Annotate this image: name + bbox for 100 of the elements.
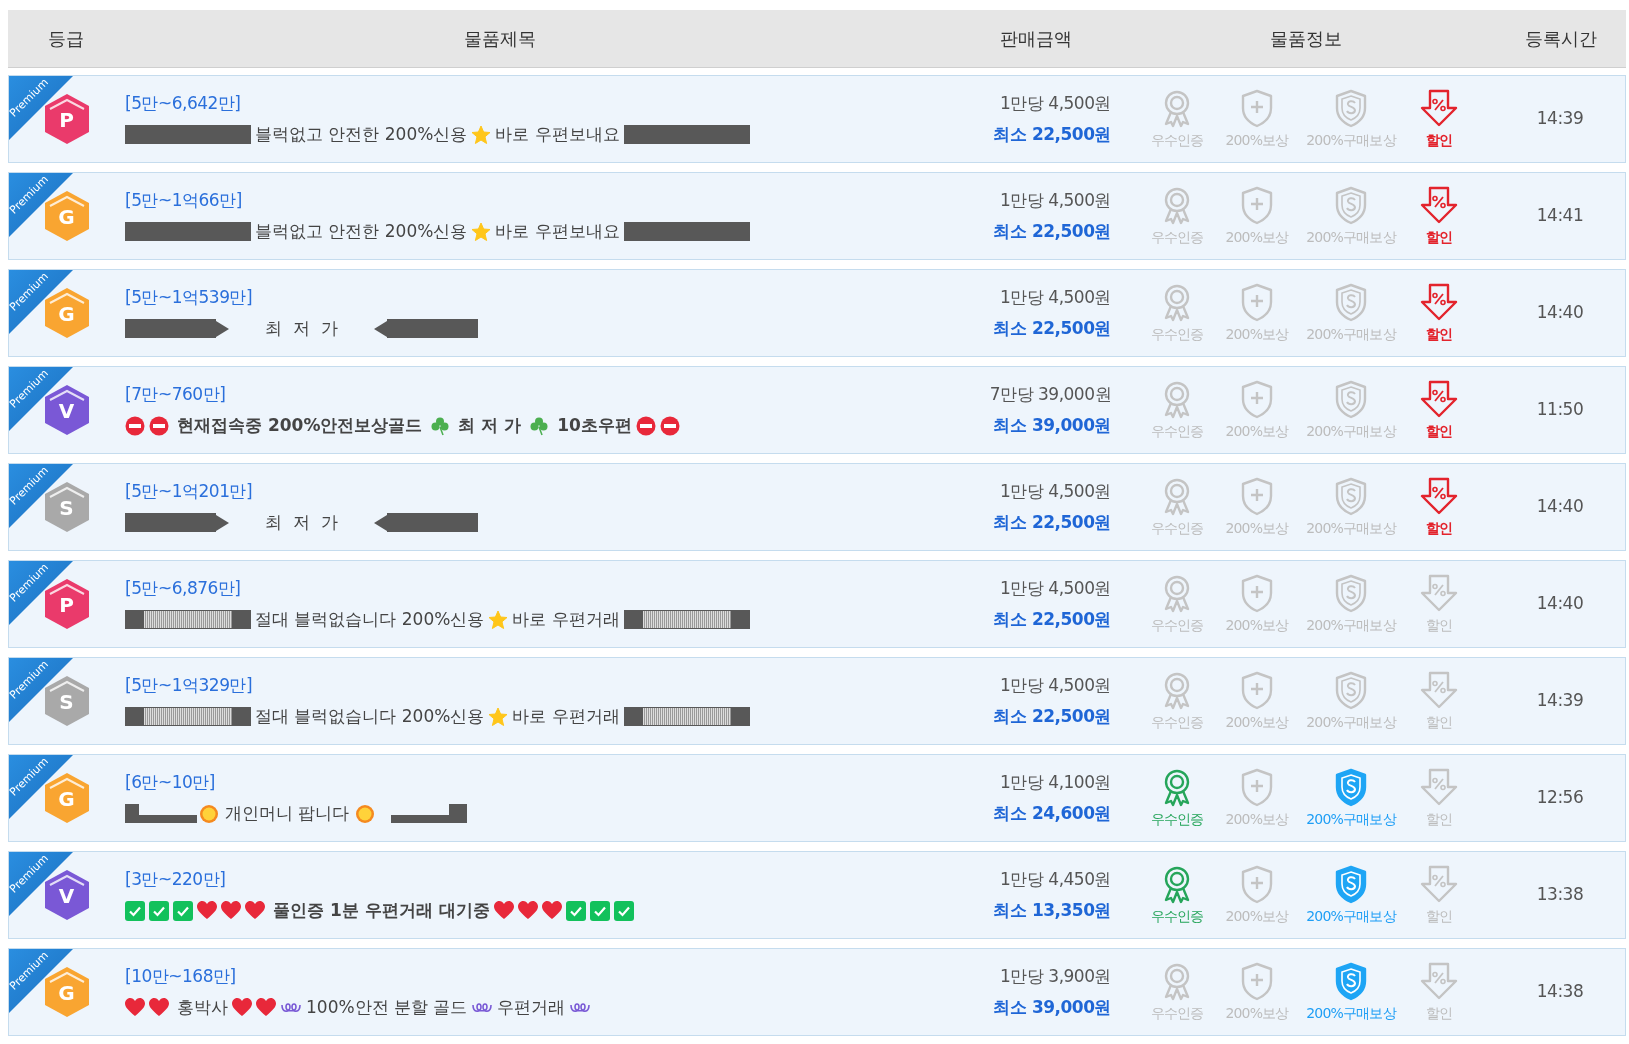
- badge-label: 할인: [1425, 518, 1453, 538]
- badge-label: 200%구매보상: [1306, 324, 1396, 344]
- title-text: 최 저 가: [265, 317, 338, 340]
- unit-price: 1만당 4,500원: [1000, 91, 1111, 115]
- badge-label: 200%구매보상: [1306, 615, 1396, 635]
- unit-price: 1만당 4,100원: [1000, 770, 1111, 794]
- grade-letter: V: [58, 883, 75, 910]
- heart-icon: [125, 998, 145, 1018]
- redacted-bar: [125, 804, 197, 824]
- unit-price: 7만당 39,000원: [989, 382, 1111, 406]
- badge-label: 200%구매보상: [1306, 130, 1396, 150]
- badge-label: 200%구매보상: [1306, 712, 1396, 732]
- badge-label: 할인: [1425, 227, 1453, 247]
- grade-letter: G: [58, 204, 75, 231]
- title-text: 100%안전 분할 골드: [306, 996, 468, 1019]
- star-icon: [488, 609, 509, 630]
- column-header: 물품제목: [463, 27, 536, 51]
- title-text: 홍박사: [177, 996, 228, 1019]
- price-range-link[interactable]: [5만~6,642만]: [125, 90, 241, 116]
- title-text: 바로 우편보내요: [495, 220, 620, 243]
- heart-icon: [493, 901, 514, 921]
- star-icon: [471, 221, 492, 242]
- badge-label: 할인: [1425, 615, 1453, 635]
- discount-arrow-icon: [1419, 669, 1459, 710]
- badge-label: 할인: [1425, 712, 1453, 732]
- triangle-icon: [373, 320, 387, 337]
- price-range-link[interactable]: [5만~6,876만]: [125, 575, 241, 601]
- registered-time: 12:56: [1536, 786, 1584, 810]
- price-range-link[interactable]: [7만~760만]: [125, 381, 226, 407]
- grade-letter: V: [58, 398, 75, 425]
- badge-label: 200%보상: [1225, 809, 1289, 829]
- title-text: 블럭없고 안전한 200%신용: [255, 220, 468, 243]
- triangle-icon: [373, 514, 387, 531]
- column-header: 등급: [47, 27, 84, 51]
- minimum-price: 최소 39,000원: [993, 414, 1111, 437]
- minimum-price: 최소 22,500원: [993, 608, 1111, 631]
- discount-arrow-icon: [1419, 766, 1459, 807]
- badge-label: 200%보상: [1225, 906, 1289, 926]
- badge-label: 할인: [1425, 1003, 1453, 1023]
- sun-icon: [199, 803, 219, 824]
- title-text: 바로 우편거래: [512, 608, 620, 631]
- discount-arrow-icon: [1419, 960, 1459, 1001]
- badge-label: 우수인증: [1150, 324, 1204, 344]
- badge-label: 200%구매보상: [1306, 809, 1396, 829]
- unit-price: 1만당 4,500원: [1000, 479, 1111, 503]
- registered-time: 14:40: [1536, 592, 1584, 616]
- price-range-link[interactable]: [5만~1억66만]: [125, 187, 242, 213]
- badge-label: 200%보상: [1225, 130, 1289, 150]
- discount-arrow-icon: [1419, 87, 1459, 128]
- column-header: 물품정보: [1270, 27, 1342, 51]
- unit-price: 1만당 4,500원: [1000, 576, 1111, 600]
- price-range-link[interactable]: [5만~1억201만]: [125, 478, 253, 504]
- price-range-link[interactable]: [5만~1억539만]: [125, 284, 253, 310]
- badge-label: 할인: [1425, 421, 1453, 441]
- price-range-link[interactable]: [6만~10만]: [125, 769, 215, 795]
- no-entry-icon: [659, 415, 680, 436]
- star-icon: [471, 124, 492, 145]
- minimum-price: 최소 24,600원: [993, 802, 1111, 825]
- badge-label: 우수인증: [1150, 130, 1204, 150]
- grade-letter: G: [58, 786, 75, 813]
- registered-time: 14:41: [1536, 204, 1584, 228]
- discount-arrow-icon: [1419, 475, 1459, 516]
- badge-label: 우수인증: [1150, 906, 1204, 926]
- check-icon: [149, 900, 169, 921]
- title-text: 절대 블럭없습니다 200%신용: [255, 705, 485, 728]
- grade-letter: G: [58, 301, 75, 328]
- badge-label: 200%구매보상: [1306, 906, 1396, 926]
- grade-letter: S: [59, 495, 74, 522]
- column-header: 판매금액: [1000, 27, 1072, 51]
- heart-icon: [245, 901, 265, 921]
- check-icon: [565, 900, 586, 921]
- minimum-price: 최소 22,500원: [993, 705, 1111, 728]
- price-range-link[interactable]: [5만~1억329만]: [125, 672, 253, 698]
- heart-icon: [256, 998, 276, 1018]
- check-icon: [589, 900, 610, 921]
- star-icon: [488, 706, 509, 727]
- badge-label: 할인: [1425, 906, 1453, 926]
- price-range-link[interactable]: [10만~168만]: [125, 963, 236, 989]
- badge-label: 할인: [1425, 809, 1453, 829]
- registered-time: 11:50: [1536, 398, 1584, 422]
- badge-label: 우수인증: [1150, 712, 1204, 732]
- title-text: 현재접속중 200%안전보상골드: [177, 414, 423, 437]
- unit-price: 1만당 4,450원: [1000, 867, 1111, 891]
- registered-time: 14:40: [1536, 301, 1584, 325]
- discount-arrow-icon: [1419, 281, 1459, 322]
- badge-label: 우수인증: [1150, 227, 1204, 247]
- column-header: 등록시간: [1525, 27, 1597, 51]
- loop-icon: [472, 1001, 493, 1014]
- clover-icon: [430, 415, 451, 436]
- heart-icon: [149, 998, 169, 1018]
- price-range-link[interactable]: [3만~220만]: [125, 866, 226, 892]
- title-text: 블럭없고 안전한 200%신용: [255, 123, 468, 146]
- title-text: 절대 블럭없습니다 200%신용: [255, 608, 485, 631]
- sun-icon: [355, 803, 376, 824]
- badge-label: 200%보상: [1225, 421, 1289, 441]
- unit-price: 1만당 3,900원: [1000, 964, 1111, 988]
- badge-label: 200%구매보상: [1306, 227, 1396, 247]
- badge-label: 할인: [1425, 324, 1453, 344]
- no-entry-icon: [635, 415, 656, 436]
- triangle-icon: [216, 514, 229, 531]
